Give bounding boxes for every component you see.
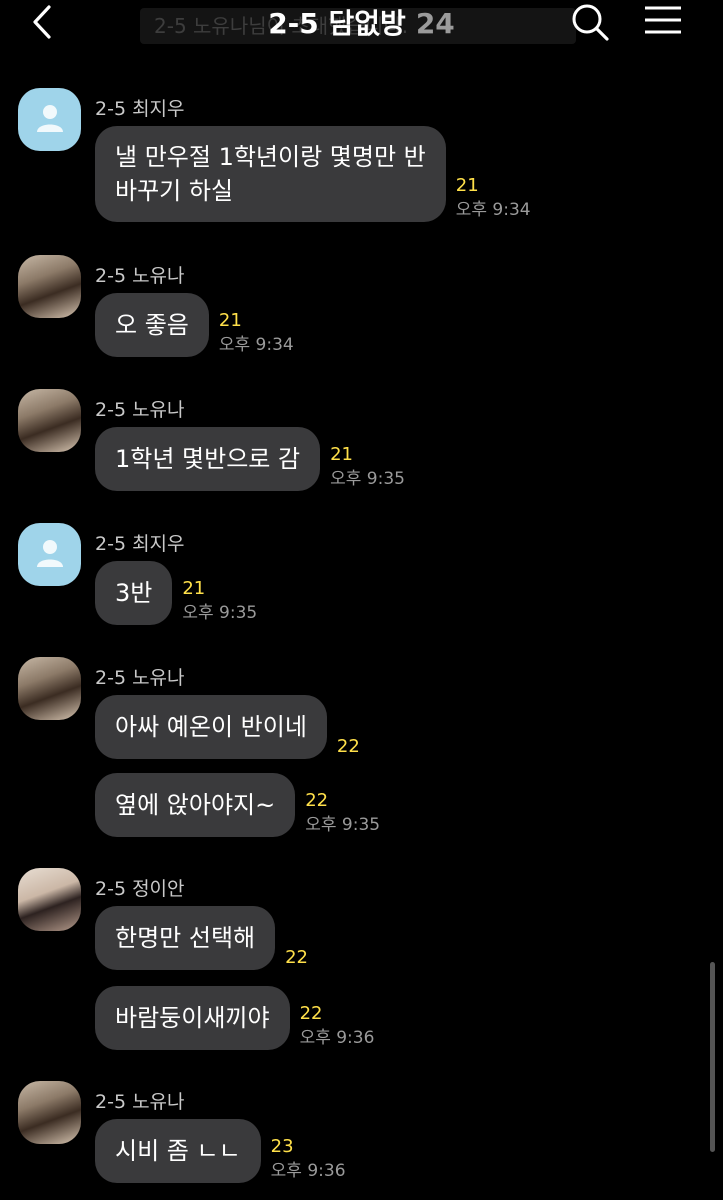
sender-name: 2-5 노유나 (95, 1091, 185, 1113)
unread-count: 22 (285, 947, 309, 968)
message-time: 오후 9:35 (330, 469, 405, 489)
sender-name: 2-5 노유나 (95, 667, 185, 689)
unread-count: 22 (299, 1003, 323, 1024)
avatar[interactable] (18, 1081, 81, 1144)
message-time: 오후 9:36 (299, 1028, 375, 1048)
message-row: 바람둥이새끼야 22 오후 9:36 (95, 986, 374, 1050)
person-icon (33, 101, 67, 139)
avatar[interactable] (18, 657, 81, 720)
back-button[interactable] (22, 4, 62, 44)
unread-count: 21 (330, 444, 353, 465)
avatar[interactable] (18, 868, 81, 931)
message-bubble[interactable]: 옆에 앉아야지~ (95, 773, 296, 837)
sender-name: 2-5 노유나 (95, 399, 185, 421)
chevron-left-icon (31, 4, 53, 44)
message-row: 한명만 선택해 22 (95, 906, 308, 970)
scrollbar[interactable] (710, 962, 715, 1152)
unread-count: 21 (218, 310, 242, 331)
message-meta: 21 오후 9:35 (182, 577, 257, 625)
message-bubble[interactable]: 시비 좀 ㄴㄴ (95, 1119, 261, 1183)
message-time: 오후 9:34 (218, 335, 294, 355)
message-row: 아싸 예온이 반이네 22 (95, 695, 360, 759)
unread-count: 22 (305, 790, 329, 811)
sender-name: 2-5 최지우 (95, 533, 185, 555)
avatar[interactable] (18, 523, 81, 586)
message-row: 오 좋음 21 오후 9:34 (95, 293, 294, 357)
message-time: 오후 9:35 (305, 815, 381, 835)
message-row: 시비 좀 ㄴㄴ 23 오후 9:36 (95, 1119, 346, 1183)
message-row: 1학년 몇반으로 감 21 오후 9:35 (95, 427, 405, 491)
message-meta: 21 오후 9:35 (330, 443, 405, 491)
message-row: 옆에 앉아야지~ 22 오후 9:35 (95, 773, 380, 837)
message-meta: 22 오후 9:35 (305, 789, 380, 837)
unread-count: 21 (455, 175, 479, 196)
message-time: 오후 9:34 (455, 200, 531, 220)
message-bubble[interactable]: 바람둥이새끼야 (95, 986, 290, 1050)
message-bubble[interactable]: 아싸 예온이 반이네 (95, 695, 327, 759)
message-bubble[interactable]: 낼 만우절 1학년이랑 몇명만 반 바꾸기 하실 (95, 126, 446, 222)
message-time: 오후 9:36 (270, 1161, 346, 1181)
message-meta: 22 오후 9:36 (300, 1002, 375, 1050)
notice-banner[interactable]: 2-5 노유나님이 초대했습니다. (140, 8, 576, 44)
message-meta: 21 오후 9:34 (219, 309, 294, 357)
person-icon (33, 536, 67, 574)
message-time: 오후 9:35 (182, 603, 258, 623)
message-row: 3반 21 오후 9:35 (95, 561, 257, 625)
message-bubble[interactable]: 오 좋음 (95, 293, 209, 357)
message-meta: 22 (285, 946, 308, 970)
sender-name: 2-5 노유나 (95, 265, 185, 287)
sender-name: 2-5 정이안 (95, 878, 185, 900)
message-meta: 23 오후 9:36 (271, 1135, 346, 1183)
avatar[interactable] (18, 389, 81, 452)
chat-header: 2-5 노유나님이 초대했습니다. 2-5 담없방 24 (0, 0, 723, 48)
message-meta: 21 오후 9:34 (456, 174, 531, 222)
message-row: 낼 만우절 1학년이랑 몇명만 반 바꾸기 하실 21 오후 9:34 (95, 126, 531, 222)
unread-count: 22 (336, 736, 360, 757)
message-bubble[interactable]: 1학년 몇반으로 감 (95, 427, 321, 491)
unread-count: 21 (182, 578, 206, 599)
hamburger-menu-icon (643, 4, 683, 40)
search-button[interactable] (568, 2, 612, 46)
search-icon (570, 2, 610, 46)
sender-name: 2-5 최지우 (95, 98, 185, 120)
avatar[interactable] (18, 88, 81, 151)
message-bubble[interactable]: 3반 (95, 561, 173, 625)
message-bubble[interactable]: 한명만 선택해 (95, 906, 276, 970)
message-meta: 22 (337, 735, 360, 759)
avatar[interactable] (18, 255, 81, 318)
menu-button[interactable] (640, 2, 686, 42)
unread-count: 23 (270, 1136, 294, 1157)
